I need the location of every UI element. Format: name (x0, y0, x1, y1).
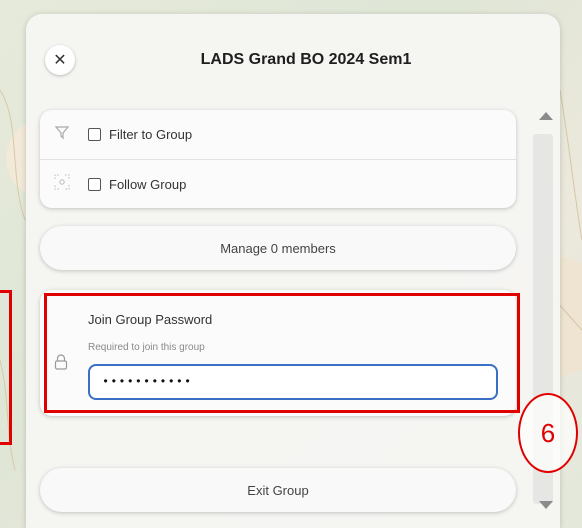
annotation-left-bracket (0, 290, 12, 445)
manage-members-button[interactable]: Manage 0 members (40, 226, 516, 270)
group-options-card: Filter to Group Follow Group (40, 110, 516, 208)
filter-to-group-checkbox[interactable] (88, 128, 101, 141)
scroll-down-arrow-icon[interactable] (539, 501, 553, 509)
group-panel: ✕ LADS Grand BO 2024 Sem1 Filter to Grou… (26, 14, 560, 528)
follow-group-row[interactable]: Follow Group (40, 159, 516, 209)
close-icon: ✕ (53, 52, 67, 69)
follow-group-label: Follow Group (109, 177, 187, 192)
panel-header: ✕ LADS Grand BO 2024 Sem1 (26, 14, 560, 104)
scroll-up-arrow-icon[interactable] (539, 112, 553, 120)
close-button[interactable]: ✕ (45, 45, 75, 75)
annotation-step-number: 6 (518, 393, 578, 473)
filter-to-group-label: Filter to Group (109, 127, 193, 142)
follow-group-checkbox[interactable] (88, 178, 101, 191)
panel-title: LADS Grand BO 2024 Sem1 (200, 51, 412, 68)
filter-to-group-row[interactable]: Filter to Group (40, 110, 516, 159)
focus-target-icon (52, 174, 72, 195)
filter-icon (52, 124, 72, 145)
exit-group-button[interactable]: Exit Group (40, 468, 516, 512)
annotation-highlight-box (44, 293, 520, 413)
